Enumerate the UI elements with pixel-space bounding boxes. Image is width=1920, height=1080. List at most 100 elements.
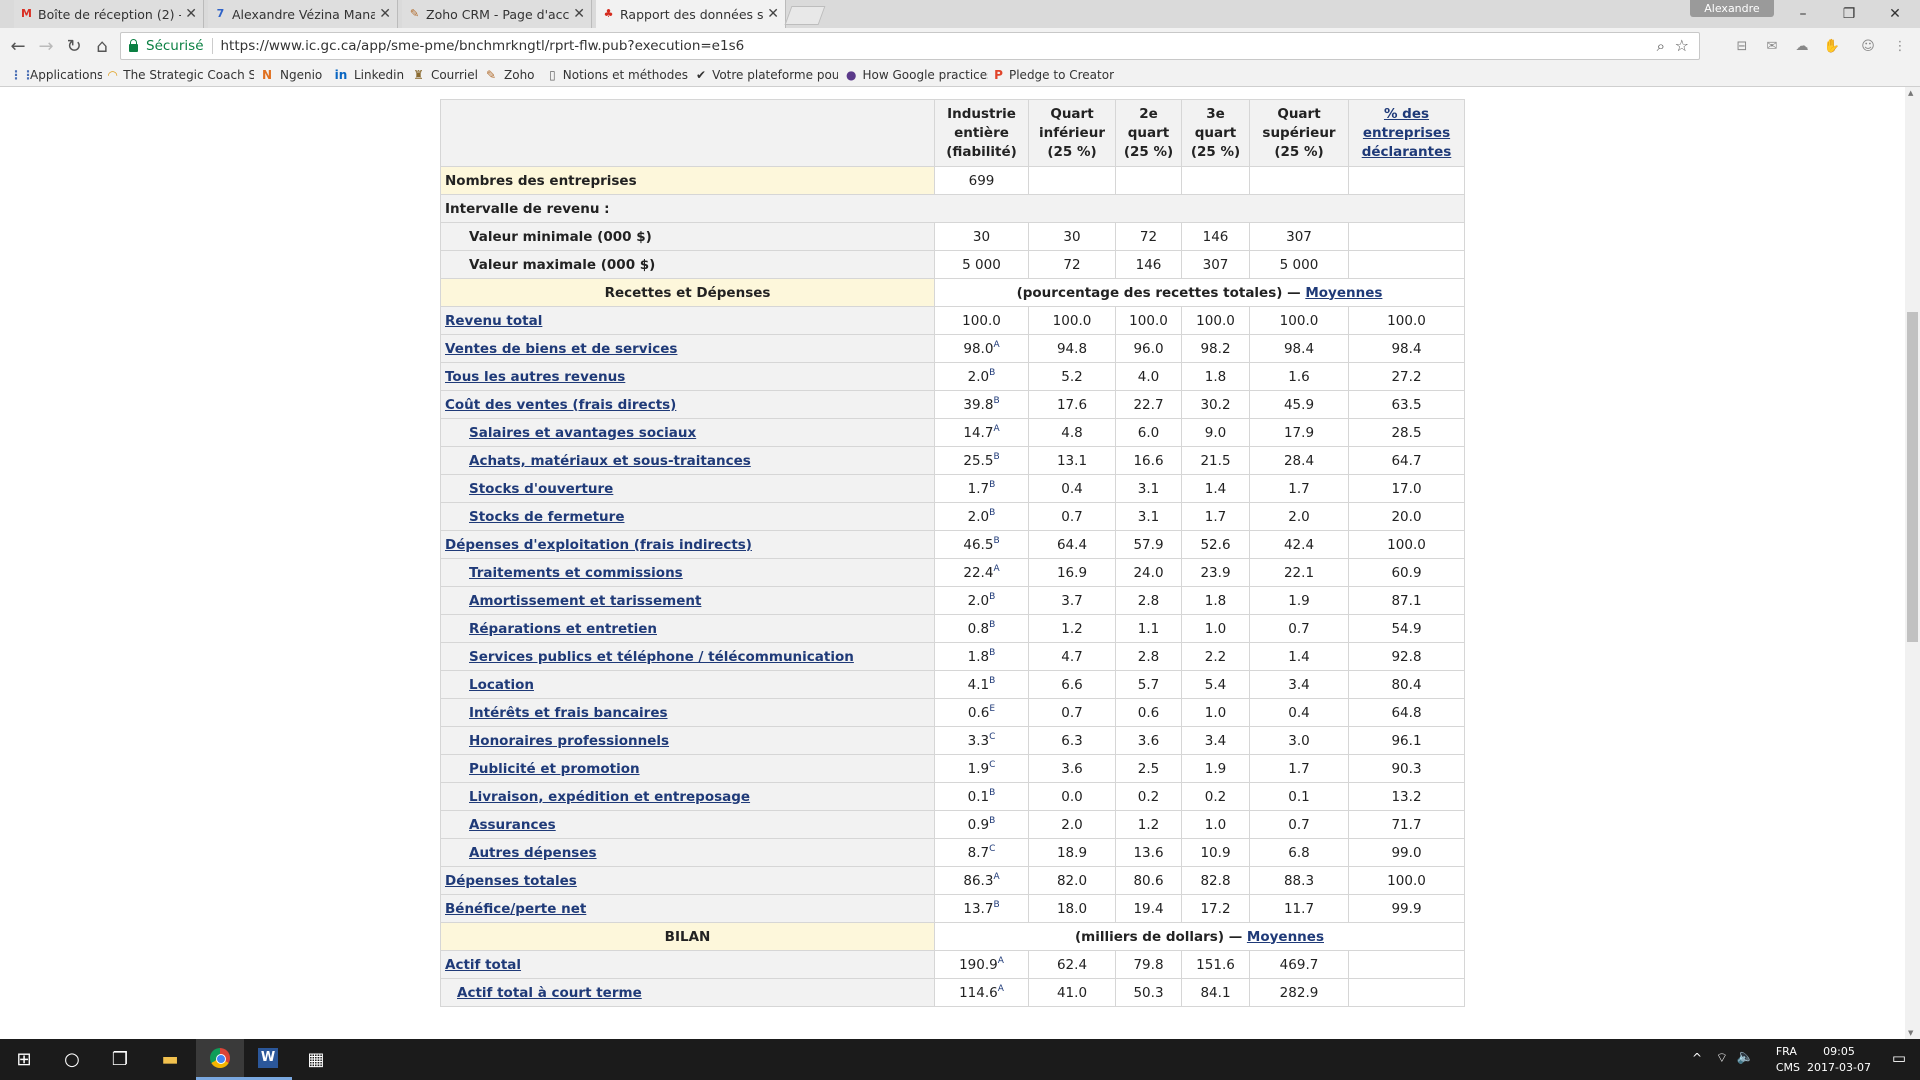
bookmark-item[interactable]: ● How Google practices [846,66,988,84]
row-label-link[interactable]: Publicité et promotion [469,761,640,777]
extension-mail-icon[interactable]: ✉ [1764,38,1780,54]
cell-value: 92.8 [1391,648,1422,665]
tab-1[interactable]: M Boîte de réception (2) - a ✕ [14,0,204,28]
cell-value: 96.0 [1133,340,1164,357]
secure-indicator[interactable]: Sécurisé [129,38,204,54]
row-label-link[interactable]: Salaires et avantages sociaux [469,425,696,441]
range-value: 72 [1028,250,1116,279]
tab-close-icon[interactable]: ✕ [379,6,391,22]
row-label-link[interactable]: Actif total à court terme [457,985,642,1001]
cell-value: 6.0 [1137,424,1160,441]
row-label-link[interactable]: Revenu total [445,313,542,329]
close-window-button[interactable]: ✕ [1872,0,1918,28]
page-scrollbar[interactable]: ▲ ▼ [1905,87,1920,1039]
network-icon[interactable]: ⌔ [1716,1050,1728,1066]
bookmark-item[interactable]: in Linkedin [334,66,406,84]
extension-inbox-icon[interactable]: ⊟ [1734,38,1750,54]
tab-3[interactable]: ✎ Zoho CRM - Page d'accu ✕ [402,0,592,28]
clock[interactable]: 09:05 2017-03-07 [1806,1044,1872,1076]
scroll-up-icon[interactable]: ▲ [1908,89,1913,97]
address-bar[interactable]: Sécurisé https://www.ic.gc.ca/app/sme-pm… [120,32,1700,60]
bookmark-icon: ▯ [549,68,556,82]
bookmark-item[interactable]: ◠ The Strategic Coach S [108,66,254,84]
quartile-value: 100.0 [1115,306,1182,335]
bookmark-icon: ⋮⋮ [10,68,34,82]
row-label-link[interactable]: Dépenses d'exploitation (frais indirects… [445,537,752,553]
row-label-link[interactable]: Traitements et commissions [469,565,683,581]
row-label-link[interactable]: Coût des ventes (frais directs) [445,397,676,413]
scroll-down-icon[interactable]: ▼ [1908,1029,1913,1037]
row-label-link[interactable]: Intérêts et frais bancaires [469,705,668,721]
tab-2[interactable]: 7 Alexandre Vézina Manag ✕ [208,0,398,28]
row-label-link[interactable]: Assurances [469,817,556,833]
extension-cloud-icon[interactable]: ☁ [1794,38,1810,54]
windows-start-icon[interactable]: ⊞ [0,1039,48,1080]
cell-value: 100.0 [1279,312,1319,329]
zoom-search-icon[interactable]: ⌕ [1657,37,1665,55]
row-label-link[interactable]: Actif total [445,957,521,973]
row-label-link[interactable]: Honoraires professionnels [469,733,669,749]
bookmark-item[interactable]: ▯ Notions et méthodes [548,66,688,84]
cell-value: 50.3 [1133,984,1164,1001]
section-label: BILAN [440,922,935,951]
row-label-link[interactable]: Ventes de biens et de services [445,341,677,357]
tab-close-icon[interactable]: ✕ [185,6,197,22]
maximize-button[interactable]: ❐ [1826,0,1872,28]
row-label-link[interactable]: Réparations et entretien [469,621,657,637]
row-label-link[interactable]: Stocks de fermeture [469,509,624,525]
extension-hand-icon[interactable]: ✋ [1824,38,1840,54]
bookmark-item[interactable]: ✎ Zoho [484,66,542,84]
quartile-value: 5.2 [1028,362,1116,391]
volume-icon[interactable]: 🔈 [1737,1049,1754,1065]
moyennes-link[interactable]: Moyennes [1305,285,1382,301]
minimize-button[interactable]: – [1780,0,1826,28]
file-explorer-icon[interactable]: ▬ [146,1039,194,1080]
menu-icon[interactable]: ⋮ [1892,38,1908,54]
reload-icon[interactable]: ↻ [62,34,86,58]
header-pct-declarantes[interactable]: % des entreprises déclarantes [1348,99,1465,167]
cortana-icon[interactable]: ○ [48,1039,96,1080]
notifications-icon[interactable]: ▭ [1892,1049,1906,1067]
cell-value: 5.2 [1061,368,1083,385]
row-label-link[interactable]: Location [469,677,534,693]
bookmark-item[interactable]: ✔ Votre plateforme pou [696,66,838,84]
bookmark-item[interactable]: ⋮⋮ Applications [10,66,102,84]
bookmark-item[interactable]: P Pledge to Creator [994,66,1114,84]
row-label-link[interactable]: Services publics et téléphone / télécomm… [469,649,854,665]
cell-value: 1.7 [1288,760,1310,777]
moyennes-link[interactable]: Moyennes [1247,929,1324,945]
back-icon[interactable]: ← [6,34,30,58]
extension-user-icon[interactable]: ☺ [1860,38,1876,54]
chrome-icon[interactable] [196,1039,244,1080]
home-icon[interactable]: ⌂ [90,34,114,58]
row-label-link[interactable]: Livraison, expédition et entreposage [469,789,750,805]
url-text[interactable]: https://www.ic.gc.ca/app/sme-pme/bnchmrk… [221,38,745,54]
word-icon[interactable]: W [244,1039,292,1080]
row-label-link[interactable]: Dépenses totales [445,873,577,889]
tab-close-icon[interactable]: ✕ [573,6,585,22]
row-label-link[interactable]: Achats, matériaux et sous-traitances [469,453,751,469]
row-label-link[interactable]: Autres dépenses [469,845,597,861]
scrollbar-thumb[interactable] [1907,312,1918,642]
row-label-link[interactable]: Tous les autres revenus [445,369,625,385]
bookmark-item[interactable]: N Ngenio [260,66,328,84]
quartile-value: 18.9 [1028,838,1116,867]
row-label-link[interactable]: Stocks d'ouverture [469,481,613,497]
cell-value: 469.7 [1279,956,1319,973]
tab-4[interactable]: ♣ Rapport des données su ✕ [596,0,786,28]
bookmark-star-icon[interactable]: ☆ [1675,36,1689,55]
row-label-link[interactable]: Amortissement et tarissement [469,593,701,609]
profile-button[interactable]: Alexandre [1690,0,1774,17]
calculator-icon[interactable]: ▦ [292,1039,340,1080]
quartile-value: 1.0 [1181,810,1250,839]
task-view-icon[interactable]: ❐ [96,1039,144,1080]
forward-icon[interactable]: → [34,34,58,58]
language-indicator[interactable]: FRA CMS [1776,1044,1800,1076]
pct-declarantes-link[interactable]: % des entreprises déclarantes [1362,106,1452,160]
bookmark-item[interactable]: ♜ Courriel [412,66,478,84]
tab-close-icon[interactable]: ✕ [767,6,779,22]
row-label-link[interactable]: Bénéfice/perte net [445,901,586,917]
new-tab-button[interactable] [784,6,826,25]
tray-expand-icon[interactable]: ^ [1692,1051,1702,1065]
quartile-value: 100.0 [1249,306,1349,335]
